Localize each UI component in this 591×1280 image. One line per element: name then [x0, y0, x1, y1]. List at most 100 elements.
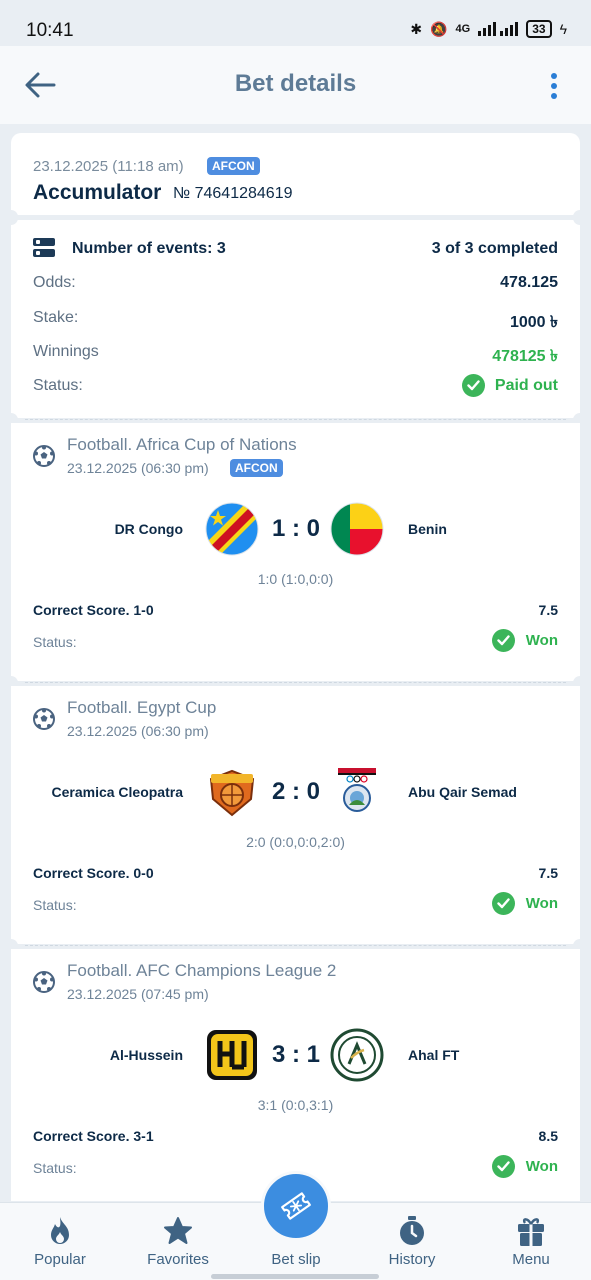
event-datetime: 23.12.2025 (06:30 pm)	[67, 723, 209, 739]
football-icon	[33, 708, 55, 730]
winnings-value: 478125 ৳	[492, 348, 558, 365]
bet-type: Accumulator	[33, 181, 162, 204]
ticket-icon	[281, 1192, 311, 1220]
bluetooth-icon: ✱	[410, 20, 423, 37]
divider	[25, 419, 566, 420]
network-label: 4G	[455, 23, 471, 35]
event-odds: 8.5	[538, 1128, 558, 1144]
ahal-fc-logo-icon	[330, 1028, 384, 1082]
gift-icon	[515, 1215, 547, 1247]
period-scores: 1:0 (1:0,0:0)	[257, 571, 334, 587]
league-name: Football. Africa Cup of Nations	[67, 435, 297, 454]
more-options-button[interactable]	[537, 70, 571, 102]
status-label: Status:	[33, 377, 83, 394]
al-hussein-logo-icon	[207, 1030, 257, 1080]
app-header: Bet details	[0, 46, 591, 124]
away-team: Benin	[408, 521, 447, 537]
status-value: Paid out	[494, 376, 558, 394]
away-team: Abu Qair Semad	[408, 784, 517, 800]
league-name: Football. Egypt Cup	[67, 698, 217, 717]
signal-icon	[478, 22, 519, 36]
events-count: Number of events: 3	[72, 240, 226, 257]
football-icon	[33, 445, 55, 467]
period-scores: 3:1 (0:0,3:1)	[257, 1097, 334, 1113]
result-label: Won	[525, 895, 558, 912]
bet-number: № 74641284619	[173, 185, 293, 202]
tournament-badge: AFCON	[230, 459, 283, 477]
nav-label: Favorites	[147, 1251, 209, 1268]
odds-label: Odds:	[33, 274, 76, 291]
bet-market: Correct Score. 1-0	[33, 602, 154, 618]
event-status-label: Status:	[33, 1160, 77, 1176]
check-circle-icon	[461, 374, 485, 397]
bet-slip-button[interactable]	[261, 1171, 331, 1241]
divider	[25, 682, 566, 683]
match-score: 2 : 0	[271, 778, 321, 805]
dot	[551, 83, 557, 89]
star-icon	[162, 1215, 194, 1247]
ceramica-cleopatra-logo-icon	[209, 769, 255, 817]
stake-label: Stake:	[33, 309, 79, 326]
event-odds: 7.5	[538, 602, 558, 618]
nav-label: Bet slip	[271, 1251, 321, 1268]
period-scores: 2:0 (0:0,0:0,2:0)	[246, 834, 345, 850]
event-result: Won	[491, 629, 558, 652]
football-icon	[33, 971, 55, 993]
result-label: Won	[525, 1158, 558, 1175]
bet-datetime: 23.12.2025 (11:18 am)	[33, 158, 184, 175]
nav-menu[interactable]: Menu	[491, 1203, 571, 1273]
check-circle-icon	[491, 1155, 515, 1178]
event-status-label: Status:	[33, 897, 77, 913]
odds-value: 478.125	[500, 274, 558, 291]
notch	[573, 211, 587, 225]
league-name: Football. AFC Champions League 2	[67, 961, 337, 980]
mute-icon: 🔕	[430, 20, 448, 37]
events-list-icon	[33, 238, 55, 258]
event-odds: 7.5	[538, 865, 558, 881]
stake-value: 1000 ৳	[509, 314, 558, 331]
away-team: Ahal FT	[408, 1047, 460, 1063]
abu-qair-semad-logo-icon	[338, 768, 376, 816]
page-title: Bet details	[234, 70, 357, 97]
bet-summary-card: Number of events: 3 3 of 3 completed Odd…	[4, 211, 587, 427]
nav-popular[interactable]: Popular	[20, 1203, 100, 1273]
check-circle-icon	[491, 629, 515, 652]
check-circle-icon	[491, 892, 515, 915]
result-label: Won	[525, 632, 558, 649]
nav-label: Menu	[512, 1251, 550, 1268]
events-completed: 3 of 3 completed	[431, 240, 558, 257]
dr-congo-flag-icon	[205, 502, 259, 556]
charging-icon: ϟ	[559, 21, 567, 37]
match-score: 3 : 1	[271, 1041, 321, 1068]
battery-icon: 33	[526, 20, 552, 38]
event-card[interactable]: Football. AFC Champions League 2 23.12.2…	[11, 949, 580, 1201]
event-card[interactable]: Football. Africa Cup of Nations 23.12.20…	[4, 423, 587, 690]
event-datetime: 23.12.2025 (07:45 pm)	[67, 986, 209, 1002]
home-team: Ceramica Cleopatra	[51, 784, 183, 800]
status-icons: ✱ 🔕 4G 33 ϟ	[410, 20, 567, 38]
notch	[4, 211, 18, 225]
nav-history[interactable]: History	[372, 1203, 452, 1273]
bet-header-card: 23.12.2025 (11:18 am) AFCON Accumulator …	[4, 133, 587, 224]
home-team: DR Congo	[114, 521, 183, 537]
fire-icon	[44, 1215, 76, 1247]
dot	[551, 93, 557, 99]
nav-label: Popular	[34, 1251, 86, 1268]
bet-market: Correct Score. 0-0	[33, 865, 154, 881]
nav-favorites[interactable]: Favorites	[138, 1203, 218, 1273]
event-result: Won	[491, 892, 558, 915]
benin-flag-icon	[330, 502, 384, 556]
event-card[interactable]: Football. Egypt Cup 23.12.2025 (06:30 pm…	[4, 686, 587, 953]
home-team: Al-Hussein	[109, 1047, 183, 1063]
home-indicator[interactable]	[211, 1274, 379, 1279]
tournament-badge: AFCON	[207, 157, 260, 175]
nav-label: History	[388, 1251, 436, 1268]
match-score: 1 : 0	[271, 515, 321, 542]
event-status-label: Status:	[33, 634, 77, 650]
more-vertical-icon	[551, 73, 557, 79]
status-time: 10:41	[26, 20, 74, 41]
winnings-label: Winnings	[33, 343, 99, 360]
status-badge: Paid out	[461, 374, 558, 397]
bet-market: Correct Score. 3-1	[33, 1128, 154, 1144]
divider	[25, 945, 566, 946]
